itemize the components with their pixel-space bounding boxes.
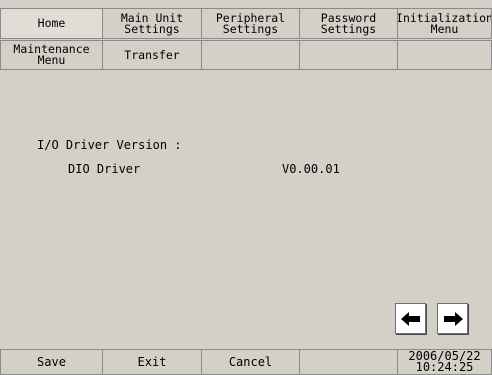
tab-peripheral-settings[interactable]: Peripheral Settings — [202, 8, 300, 39]
sub-menu-row: Maintenance Menu Transfer — [0, 40, 492, 70]
tab-home-label: Home — [37, 16, 66, 30]
cancel-button-label: Cancel — [228, 354, 273, 369]
time-text: 10:24:25 — [415, 360, 474, 374]
io-driver-version-title: I/O Driver Version : — [37, 138, 182, 152]
exit-button-label: Exit — [137, 354, 167, 369]
top-menu-row: Home Main Unit Settings Peripheral Setti… — [0, 8, 492, 39]
tab-initialization-menu[interactable]: Initialization Menu — [398, 8, 492, 39]
save-button-label: Save — [37, 354, 66, 369]
cancel-button[interactable]: Cancel — [202, 349, 300, 375]
tab-main-unit-settings-label: Main Unit Settings — [120, 10, 184, 36]
arrow-right-icon — [443, 311, 463, 327]
driver-name: DIO Driver — [68, 162, 141, 176]
tab-peripheral-settings-label: Peripheral Settings — [215, 10, 286, 36]
tab-home[interactable]: Home — [0, 8, 103, 39]
tab-maintenance-menu-label: Maintenance Menu — [13, 42, 90, 67]
system-settings-screen: Home Main Unit Settings Peripheral Setti… — [0, 0, 492, 375]
save-button[interactable]: Save — [0, 349, 103, 375]
arrow-left-icon — [400, 311, 421, 327]
tab-transfer-label: Transfer — [124, 47, 180, 62]
tab-transfer[interactable]: Transfer — [103, 40, 202, 70]
tab-initialization-menu-label: Initialization Menu — [398, 10, 492, 36]
tab-empty-5 — [398, 40, 492, 70]
tab-main-unit-settings[interactable]: Main Unit Settings — [103, 8, 202, 39]
tab-maintenance-menu[interactable]: Maintenance Menu — [0, 40, 103, 70]
tab-empty-3 — [202, 40, 300, 70]
exit-button[interactable]: Exit — [103, 349, 202, 375]
bottom-empty-slot — [300, 349, 398, 375]
next-page-button[interactable] — [437, 303, 468, 334]
tab-password-settings[interactable]: Password Settings — [300, 8, 398, 39]
bottom-bar: Save Exit Cancel 2006/05/22 10:24:25 — [0, 349, 492, 375]
tab-password-settings-label: Password Settings — [320, 10, 377, 36]
date-time-display: 2006/05/22 10:24:25 — [398, 349, 492, 375]
driver-version: V0.00.01 — [282, 162, 340, 176]
prev-page-button[interactable] — [395, 303, 426, 334]
tab-empty-4 — [300, 40, 398, 70]
